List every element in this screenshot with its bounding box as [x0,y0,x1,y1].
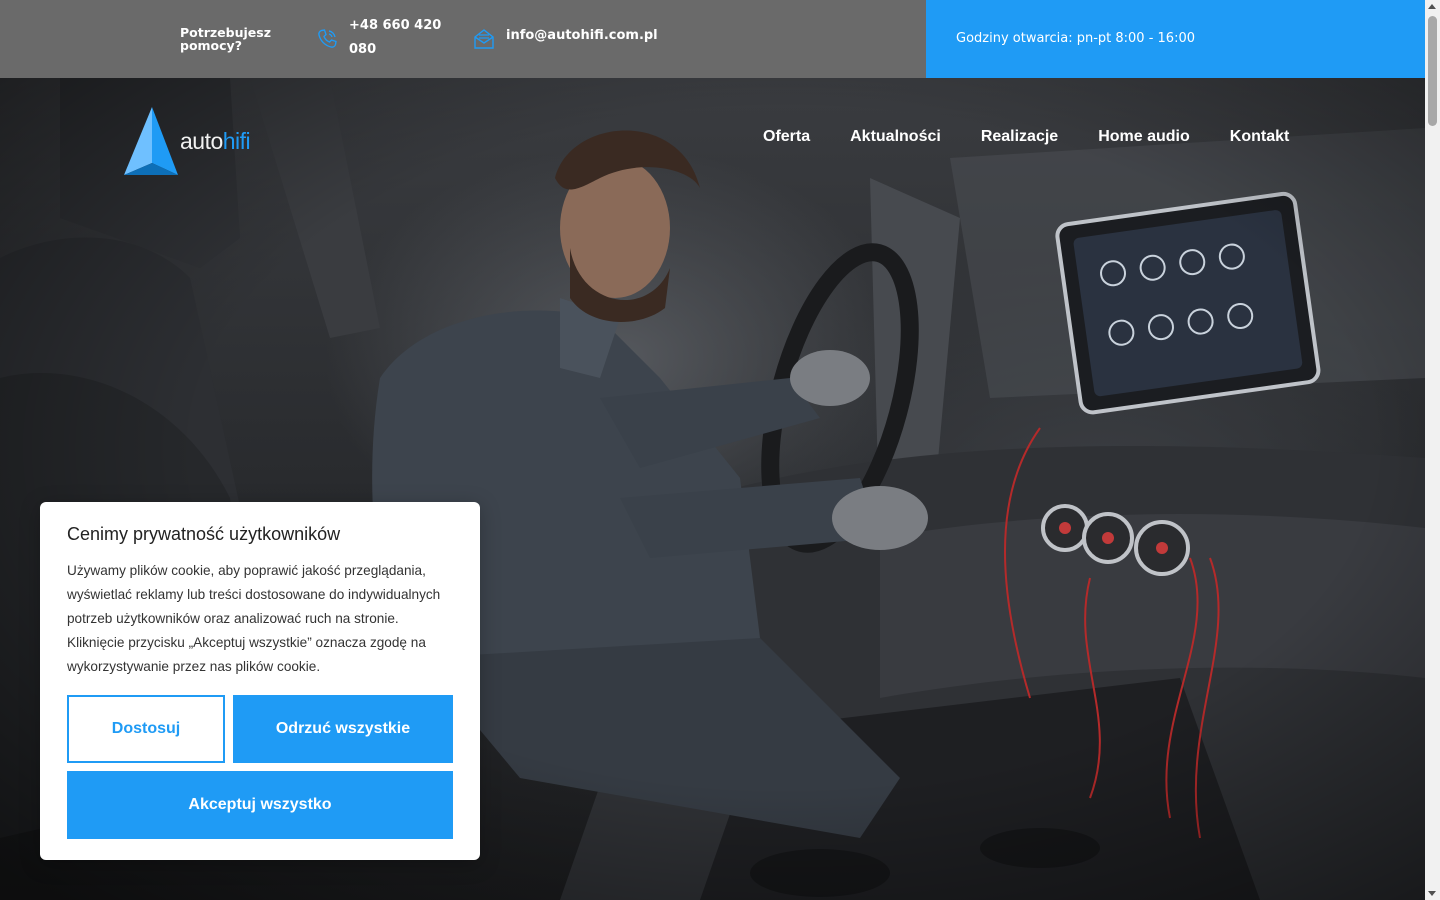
scroll-down-arrow-icon[interactable] [1428,891,1436,896]
nav-item-realizacje[interactable]: Realizacje [981,128,1058,146]
top-bar: Potrzebujesz pomocy? +48 660 420 080 inf… [0,0,1425,78]
page-scrollbar[interactable] [1425,0,1440,900]
nav-item-kontakt[interactable]: Kontakt [1230,128,1290,146]
accept-all-button[interactable]: Akceptuj wszystko [67,771,453,839]
logo-wordmark[interactable]: autohifi [180,128,251,155]
nav-item-oferta[interactable]: Oferta [763,128,810,146]
customize-button[interactable]: Dostosuj [67,695,225,763]
main-nav: Oferta Aktualności Realizacje Home audio… [763,128,1289,146]
logo-part-auto: auto [180,128,223,154]
nav-item-aktualnosci[interactable]: Aktualności [850,128,941,146]
email-link[interactable]: info@autohifi.com.pl [506,28,658,43]
cookie-consent-dialog: Cenimy prywatność użytkowników Używamy p… [40,502,480,860]
phone-number-link[interactable]: +48 660 420 080 [349,14,449,62]
help-text: Potrzebujesz pomocy? [180,25,271,53]
mail-icon [474,29,494,49]
phone-icon [318,29,337,48]
opening-hours: Godziny otwarcia: pn-pt 8:00 - 16:00 [926,0,1425,78]
reject-all-button[interactable]: Odrzuć wszystkie [233,695,453,763]
cookie-dialog-title: Cenimy prywatność użytkowników [67,524,341,544]
logo-part-hifi: hifi [222,128,251,154]
cookie-dialog-text: Używamy plików cookie, aby poprawić jako… [67,563,441,674]
nav-item-home-audio[interactable]: Home audio [1098,128,1190,146]
scrollbar-thumb[interactable] [1428,16,1437,126]
scroll-up-arrow-icon[interactable] [1428,4,1436,9]
